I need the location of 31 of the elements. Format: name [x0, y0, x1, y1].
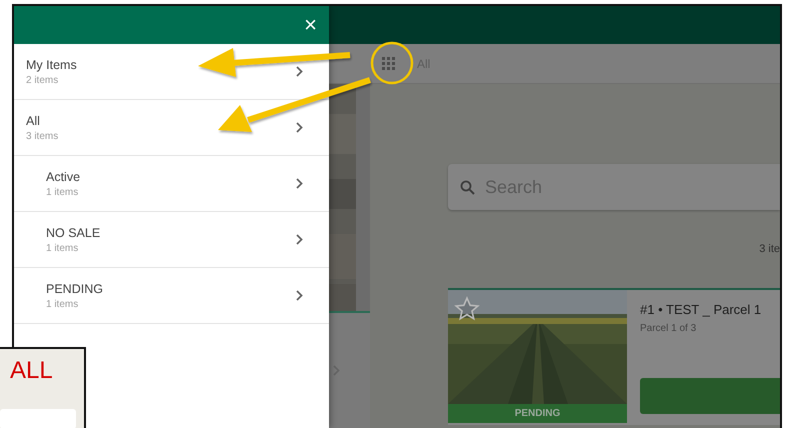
grid-icon[interactable] — [382, 57, 395, 70]
status-label: PENDING — [448, 404, 627, 423]
item-label: All — [26, 114, 41, 128]
item-count: 2 items — [26, 74, 60, 86]
chevron-right-icon — [296, 66, 303, 77]
chevron-right-icon — [296, 178, 303, 189]
item-count: 1 items — [46, 242, 80, 254]
chevron-right-icon — [296, 122, 303, 133]
chevron-right-icon — [296, 290, 303, 301]
scrollbar[interactable] — [356, 84, 370, 311]
chevron-right-icon — [296, 234, 303, 245]
parcel-card[interactable]: PENDING #1 • TEST _ Parcel 1 Parcel 1 of 3 — [448, 288, 780, 425]
results-count: 3 ite — [759, 243, 780, 255]
close-button[interactable]: × — [302, 14, 319, 36]
highlight-circle — [370, 42, 414, 84]
star-icon[interactable] — [454, 296, 480, 322]
item-label: PENDING — [46, 282, 104, 296]
item-count: 3 items — [26, 130, 60, 142]
chevron-right-icon — [333, 365, 340, 376]
item-label: NO SALE — [46, 226, 102, 240]
item-count: 1 items — [46, 186, 80, 198]
card-subtitle: Parcel 1 of 3 — [640, 323, 698, 334]
item-count: 1 items — [46, 298, 80, 310]
item-label: My Items — [26, 58, 78, 72]
drawer-item[interactable]: PENDING 1 items — [14, 268, 329, 324]
drawer-item[interactable]: Active 1 items — [14, 156, 329, 212]
search-icon — [460, 180, 475, 194]
item-label: Active — [46, 170, 82, 184]
callout-text: ALL — [10, 359, 54, 383]
drawer-item[interactable]: NO SALE 1 items — [14, 212, 329, 268]
card-title: #1 • TEST _ Parcel 1 — [640, 302, 762, 317]
